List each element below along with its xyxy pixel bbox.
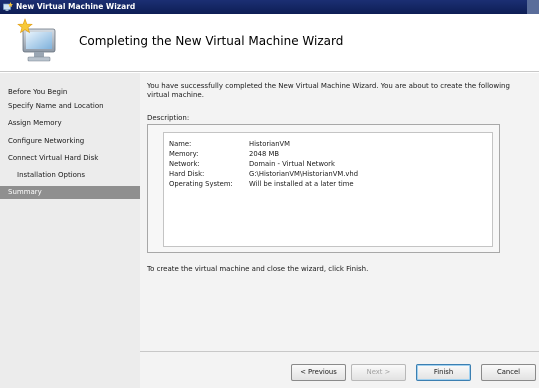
summary-value: HistorianVM bbox=[249, 140, 291, 148]
wizard-main-panel: You have successfully completed the New … bbox=[140, 73, 539, 388]
summary-value: Domain - Virtual Network bbox=[249, 160, 335, 168]
summary-row-name: Name: HistorianVM bbox=[169, 139, 290, 149]
summary-value: 2048 MB bbox=[249, 150, 279, 158]
summary-key: Hard Disk: bbox=[169, 170, 205, 178]
window-close-button[interactable] bbox=[527, 0, 539, 14]
previous-button[interactable]: < Previous bbox=[291, 364, 346, 381]
sidebar-item-connect-virtual-hard-disk[interactable]: Connect Virtual Hard Disk bbox=[0, 152, 140, 165]
wizard-header: Completing the New Virtual Machine Wizar… bbox=[0, 14, 539, 72]
sidebar-item-assign-memory[interactable]: Assign Memory bbox=[0, 117, 140, 130]
window-titlebar[interactable]: New Virtual Machine Wizard bbox=[0, 0, 539, 14]
virtual-machine-wizard-icon bbox=[14, 18, 64, 68]
summary-row-memory: Memory: 2048 MB bbox=[169, 149, 279, 159]
summary-key: Network: bbox=[169, 160, 200, 168]
summary-key: Name: bbox=[169, 140, 192, 148]
summary-row-network: Network: Domain - Virtual Network bbox=[169, 159, 335, 169]
button-divider bbox=[140, 351, 539, 352]
summary-panel: Name: HistorianVM Memory: 2048 MB Network:… bbox=[163, 132, 493, 247]
sidebar-item-configure-networking[interactable]: Configure Networking bbox=[0, 135, 140, 148]
sidebar-item-summary[interactable]: Summary bbox=[0, 186, 140, 199]
sidebar-item-specify-name-and-location[interactable]: Specify Name and Location bbox=[0, 100, 140, 113]
finish-button[interactable]: Finish bbox=[416, 364, 471, 381]
description-box[interactable]: Name: HistorianVM Memory: 2048 MB Network:… bbox=[147, 124, 500, 253]
summary-value: G:\HistorianVM\HistorianVM.vhd bbox=[249, 170, 359, 178]
summary-key: Memory: bbox=[169, 150, 199, 158]
summary-row-hard-disk: Hard Disk: G:\HistorianVM\HistorianVM.vhd bbox=[169, 169, 358, 179]
cancel-button[interactable]: Cancel bbox=[481, 364, 536, 381]
next-button[interactable]: Next > bbox=[351, 364, 406, 381]
summary-value: Will be installed at a later time bbox=[249, 180, 354, 188]
wizard-steps-sidebar: Before You Begin Specify Name and Locati… bbox=[0, 73, 140, 388]
sidebar-item-before-you-begin[interactable]: Before You Begin bbox=[0, 86, 140, 99]
intro-text: You have successfully completed the New … bbox=[147, 82, 510, 99]
sidebar-item-installation-options[interactable]: Installation Options bbox=[0, 169, 140, 182]
page-title: Completing the New Virtual Machine Wizar… bbox=[79, 34, 344, 48]
description-label: Description: bbox=[147, 114, 190, 122]
hyperv-wizard-icon bbox=[3, 2, 13, 12]
window-title: New Virtual Machine Wizard bbox=[16, 2, 136, 11]
summary-row-operating-system: Operating System: Will be installed at a … bbox=[169, 179, 354, 189]
finish-instruction-text: To create the virtual machine and close … bbox=[147, 265, 369, 273]
summary-key: Operating System: bbox=[169, 180, 233, 188]
